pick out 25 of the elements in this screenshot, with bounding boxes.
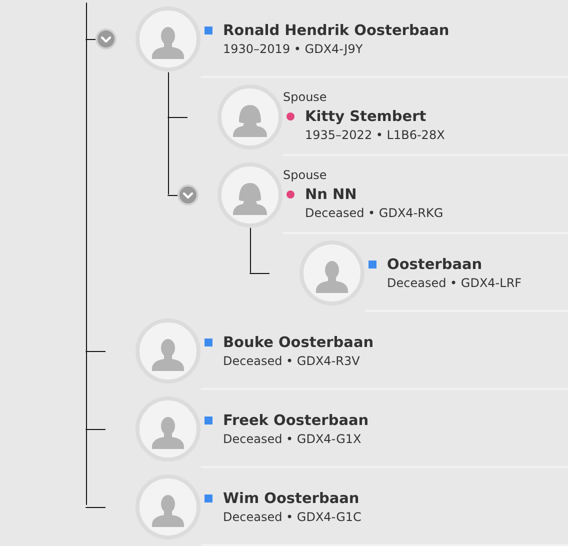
spouse-label: Spouse (283, 89, 327, 105)
person-name[interactable]: Freek Oosterbaan (223, 413, 369, 429)
person-name[interactable]: Kitty Stembert (305, 109, 426, 125)
person-avatar[interactable] (135, 474, 201, 540)
collapse-button[interactable] (95, 28, 117, 50)
person-avatar[interactable] (135, 6, 201, 72)
person-name[interactable]: Nn NN (305, 187, 357, 203)
person-avatar[interactable] (135, 318, 201, 384)
person-name[interactable]: Wim Oosterbaan (223, 491, 360, 507)
person-details: 1930–2019 • GDX4-J9Y (223, 42, 363, 56)
collapse-button[interactable] (177, 184, 199, 206)
person-avatar[interactable] (217, 162, 283, 228)
person-name[interactable]: Oosterbaan (387, 257, 482, 273)
person-details: Deceased • GDX4-G1C (223, 510, 362, 524)
person-details: Deceased • GDX4-R3V (223, 354, 360, 368)
spouse-label: Spouse (283, 167, 327, 183)
person-name[interactable]: Bouke Oosterbaan (223, 335, 374, 351)
person-avatar[interactable] (135, 396, 201, 462)
person-details: Deceased • GDX4-LRF (387, 276, 522, 290)
person-details: 1935–2022 • L1B6-28X (305, 128, 445, 142)
person-details: Deceased • GDX4-G1X (223, 432, 362, 446)
person-name[interactable]: Ronald Hendrik Oosterbaan (223, 23, 450, 39)
person-details: Deceased • GDX4-RKG (305, 206, 444, 220)
person-avatar[interactable] (299, 240, 365, 306)
person-avatar[interactable] (217, 84, 283, 150)
